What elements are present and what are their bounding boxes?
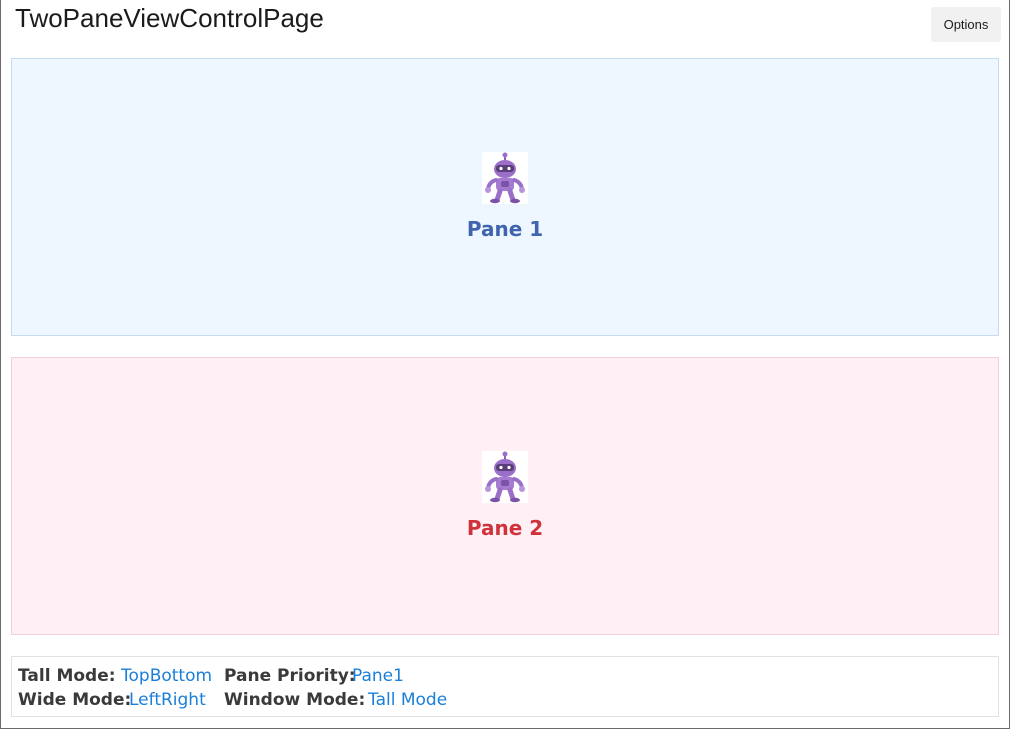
wide-mode-label: Wide Mode: <box>18 690 132 710</box>
status-panel: Tall Mode: TopBottom Pane Priority: Pane… <box>11 656 999 717</box>
pane-priority-label: Pane Priority: <box>224 666 356 686</box>
tall-mode-label: Tall Mode: <box>18 666 116 686</box>
pane-2: Pane 2 <box>11 357 999 635</box>
options-button[interactable]: Options <box>931 7 1001 42</box>
pane-1-label: Pane 1 <box>466 216 544 241</box>
wide-mode-value: LeftRight <box>129 690 206 710</box>
dotnet-bot-icon <box>482 151 528 204</box>
tall-mode-value: TopBottom <box>121 666 213 686</box>
pane-priority-value: Pane1 <box>352 666 404 686</box>
window-mode-value: Tall Mode <box>368 690 448 710</box>
page-title: TwoPaneViewControlPage <box>15 3 324 33</box>
dotnet-bot-icon <box>482 450 528 503</box>
pane-2-label: Pane 2 <box>466 515 544 540</box>
window-mode-label: Window Mode: <box>224 690 366 710</box>
pane-1: Pane 1 <box>11 58 999 336</box>
